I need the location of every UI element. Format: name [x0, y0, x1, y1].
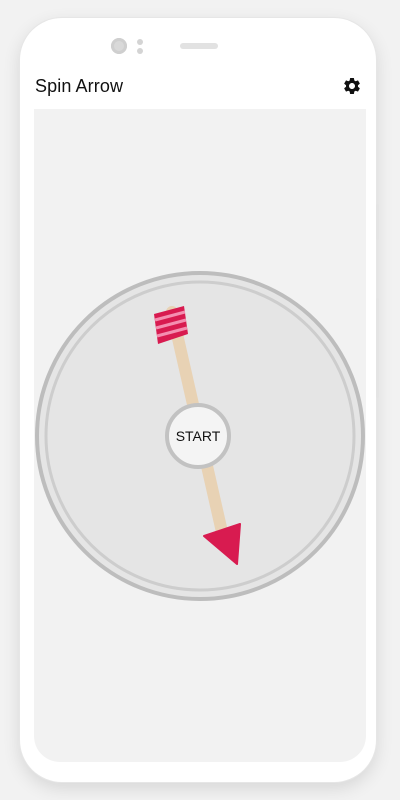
app-bar: Spin Arrow — [34, 64, 366, 109]
earpiece-speaker — [180, 43, 218, 49]
gear-icon — [344, 78, 360, 94]
settings-button[interactable] — [342, 76, 362, 96]
start-button[interactable]: START — [165, 403, 231, 469]
volume-button — [376, 204, 379, 240]
power-button — [376, 298, 379, 398]
sensor-dot — [137, 39, 143, 45]
sensor-dot — [137, 48, 143, 54]
app-screen: Spin Arrow START — [34, 64, 366, 762]
front-camera — [111, 38, 127, 54]
app-title: Spin Arrow — [35, 76, 124, 96]
